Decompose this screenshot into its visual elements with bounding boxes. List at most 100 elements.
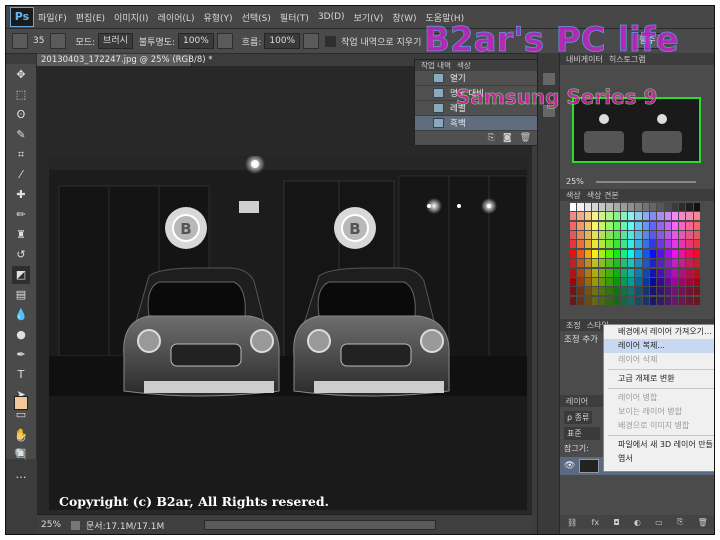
color-swatch[interactable] bbox=[606, 268, 613, 277]
color-swatch[interactable] bbox=[577, 296, 584, 305]
folder-icon[interactable]: ▭ bbox=[655, 518, 663, 527]
menu-window[interactable]: 창(W) bbox=[392, 11, 416, 24]
color-swatch[interactable] bbox=[628, 221, 635, 230]
trash-icon[interactable]: 🗑 bbox=[520, 133, 531, 143]
color-swatch[interactable] bbox=[584, 287, 591, 296]
eye-icon[interactable]: 👁 bbox=[564, 461, 575, 471]
color-swatch[interactable] bbox=[606, 287, 613, 296]
color-swatch[interactable] bbox=[577, 221, 584, 230]
menu-filter[interactable]: 필터(T) bbox=[280, 11, 309, 24]
opacity-field[interactable]: 100% bbox=[178, 33, 214, 49]
color-swatch[interactable] bbox=[584, 296, 591, 305]
color-swatch[interactable] bbox=[591, 268, 599, 277]
color-swatch[interactable] bbox=[657, 296, 664, 305]
color-swatch[interactable] bbox=[671, 259, 679, 268]
tab-adjustments[interactable]: 조정 bbox=[566, 320, 581, 331]
color-swatch[interactable] bbox=[650, 212, 657, 221]
marquee-tool-icon[interactable]: ⬚ bbox=[12, 86, 30, 104]
color-swatch[interactable] bbox=[591, 287, 599, 296]
zoom-slider[interactable] bbox=[596, 181, 696, 183]
color-swatch[interactable] bbox=[657, 221, 664, 230]
gradient-tool-icon[interactable]: ▤ bbox=[12, 286, 30, 304]
color-swatch[interactable] bbox=[577, 203, 584, 211]
color-swatch[interactable] bbox=[635, 231, 642, 240]
color-swatch[interactable] bbox=[693, 212, 700, 221]
color-swatch[interactable] bbox=[620, 231, 628, 240]
color-swatch[interactable] bbox=[693, 249, 700, 258]
color-swatch[interactable] bbox=[584, 277, 591, 286]
color-swatch[interactable] bbox=[570, 249, 577, 258]
color-swatch[interactable] bbox=[577, 240, 584, 249]
eyedropper-tool-icon[interactable]: ⁄ bbox=[12, 166, 30, 184]
color-swatch[interactable] bbox=[577, 287, 584, 296]
dodge-tool-icon[interactable]: ● bbox=[12, 326, 30, 344]
color-swatch[interactable] bbox=[584, 231, 591, 240]
navigator-zoom[interactable]: 25% bbox=[566, 177, 584, 186]
quick-select-tool-icon[interactable]: ✎ bbox=[12, 126, 30, 144]
screen-mode-icon[interactable]: ▣ bbox=[12, 444, 30, 462]
color-swatch[interactable] bbox=[657, 259, 664, 268]
color-swatch[interactable] bbox=[664, 203, 671, 211]
color-swatch[interactable] bbox=[628, 277, 635, 286]
color-swatch[interactable] bbox=[671, 296, 679, 305]
adjustment-layer-icon[interactable]: ◐ bbox=[634, 518, 641, 527]
menu-select[interactable]: 선택(S) bbox=[242, 11, 271, 24]
color-swatch[interactable] bbox=[620, 268, 628, 277]
color-swatch[interactable] bbox=[628, 296, 635, 305]
color-swatch[interactable] bbox=[671, 231, 679, 240]
color-swatch[interactable] bbox=[686, 259, 693, 268]
color-swatch[interactable] bbox=[584, 203, 591, 211]
color-swatch[interactable] bbox=[671, 277, 679, 286]
foreground-color[interactable] bbox=[14, 396, 28, 410]
move-tool-icon[interactable]: ✥ bbox=[12, 66, 30, 84]
color-swatch[interactable] bbox=[686, 231, 693, 240]
blur-tool-icon[interactable]: 💧 bbox=[12, 306, 30, 324]
color-swatch[interactable] bbox=[599, 277, 606, 286]
color-swatch[interactable] bbox=[635, 259, 642, 268]
color-swatch[interactable] bbox=[693, 231, 700, 240]
color-swatch[interactable] bbox=[671, 287, 679, 296]
color-swatch[interactable] bbox=[650, 221, 657, 230]
color-swatch[interactable] bbox=[628, 240, 635, 249]
document-photo[interactable]: B B Copyright (c) B2ar, All Rights reser… bbox=[49, 156, 527, 510]
color-swatch[interactable] bbox=[635, 287, 642, 296]
color-swatch[interactable] bbox=[599, 203, 606, 211]
context-menu-item[interactable]: 파일에서 새 3D 레이어 만들기... bbox=[604, 438, 714, 452]
color-swatch[interactable] bbox=[650, 259, 657, 268]
tab-color-panel[interactable]: 색상 bbox=[566, 190, 581, 201]
crop-tool-icon[interactable]: ⌗ bbox=[12, 146, 30, 164]
zoom-level[interactable]: 25% bbox=[41, 520, 61, 530]
mode-dropdown[interactable]: 브러시 bbox=[98, 33, 133, 49]
brush-panel-icon[interactable] bbox=[50, 33, 67, 49]
color-swatch[interactable] bbox=[584, 212, 591, 221]
color-swatch[interactable] bbox=[635, 296, 642, 305]
color-swatch[interactable] bbox=[628, 231, 635, 240]
color-swatch[interactable] bbox=[664, 212, 671, 221]
type-tool-icon[interactable]: T bbox=[12, 366, 30, 384]
color-swatch[interactable] bbox=[591, 231, 599, 240]
color-swatch[interactable] bbox=[620, 259, 628, 268]
color-swatch[interactable] bbox=[664, 277, 671, 286]
color-swatch[interactable] bbox=[657, 268, 664, 277]
color-swatch[interactable] bbox=[650, 231, 657, 240]
color-swatch[interactable] bbox=[686, 221, 693, 230]
color-swatch[interactable] bbox=[642, 203, 650, 211]
color-swatch[interactable] bbox=[679, 203, 686, 211]
color-swatch[interactable] bbox=[664, 221, 671, 230]
color-swatch[interactable] bbox=[599, 287, 606, 296]
color-swatch[interactable] bbox=[679, 240, 686, 249]
color-swatch[interactable] bbox=[570, 287, 577, 296]
color-swatch[interactable] bbox=[570, 221, 577, 230]
color-swatch[interactable] bbox=[657, 231, 664, 240]
flow-field[interactable]: 100% bbox=[264, 33, 301, 49]
color-swatch[interactable] bbox=[628, 212, 635, 221]
airbrush-icon[interactable] bbox=[303, 33, 320, 49]
color-swatch[interactable] bbox=[686, 240, 693, 249]
color-swatch[interactable] bbox=[628, 203, 635, 211]
color-swatch[interactable] bbox=[679, 287, 686, 296]
color-swatch[interactable] bbox=[693, 296, 700, 305]
color-swatch[interactable] bbox=[635, 203, 642, 211]
color-swatch[interactable] bbox=[620, 221, 628, 230]
color-swatch[interactable] bbox=[620, 287, 628, 296]
color-swatch[interactable] bbox=[570, 268, 577, 277]
